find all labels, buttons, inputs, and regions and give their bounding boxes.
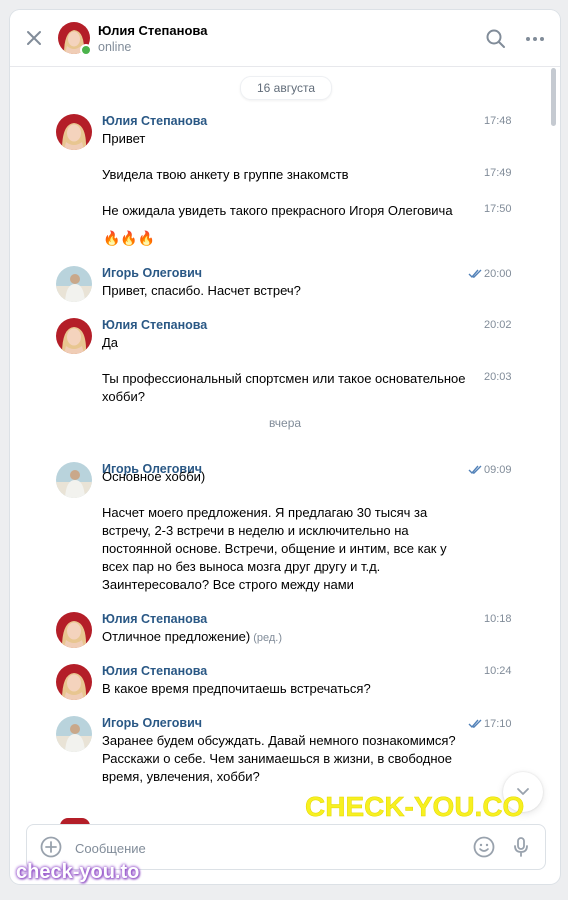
message-input[interactable] xyxy=(73,837,457,859)
message-text: Не ожидала увидеть такого прекрасного Иг… xyxy=(102,203,453,218)
read-check-icon xyxy=(468,719,482,729)
chat-header: Юлия Степанова online xyxy=(10,10,560,67)
message-time: 20:02 xyxy=(484,319,512,331)
date-separator: 16 августа xyxy=(240,76,332,100)
message-time: 09:09 xyxy=(484,464,512,476)
edited-label: (ред.) xyxy=(253,632,282,644)
message-text: Да xyxy=(102,335,119,350)
date-separator: вчера xyxy=(268,416,302,430)
message-time: 10:24 xyxy=(484,665,512,677)
online-indicator xyxy=(80,44,92,56)
message-time: 17:49 xyxy=(484,167,512,179)
message-text: Привет, спасибо. Насчет встреч? xyxy=(102,283,301,298)
message-text: Насчет моего предложения. Я предлагаю 30… xyxy=(102,505,447,592)
message-sender[interactable]: Юлия Степанова xyxy=(102,114,207,128)
message-sender[interactable]: Игорь Олегович xyxy=(102,266,202,280)
avatar-igor[interactable] xyxy=(56,266,92,302)
message-sender[interactable]: Юлия Степанова xyxy=(102,612,207,626)
message-time: 17:10 xyxy=(484,718,512,730)
contact-name[interactable]: Юлия Степанова xyxy=(98,23,207,38)
message-time: 20:00 xyxy=(484,268,512,280)
read-check-icon xyxy=(468,269,482,279)
message-sender[interactable]: Юлия Степанова xyxy=(102,664,207,678)
smile-icon[interactable] xyxy=(472,835,496,859)
message-time: 17:50 xyxy=(484,203,512,215)
message-text: В какое время предпочитаешь встречаться? xyxy=(102,681,371,696)
message-text: Увидела твою анкету в группе знакомств xyxy=(102,167,349,182)
message-time: 10:18 xyxy=(484,613,512,625)
avatar-yulia[interactable] xyxy=(56,612,92,648)
message-sender[interactable]: Игорь Олегович xyxy=(102,716,202,730)
message-text: Заранее будем обсуждать. Давай немного п… xyxy=(102,733,456,784)
watermark-small: check-you.to xyxy=(16,861,140,883)
contact-status: online xyxy=(98,40,132,54)
message-time: 20:03 xyxy=(484,371,512,383)
close-icon[interactable] xyxy=(24,28,44,48)
message-text: Основное хобби) xyxy=(102,469,206,484)
message-body: Отличное предложение) xyxy=(102,629,251,644)
attach-icon[interactable] xyxy=(39,835,63,859)
message-text: Привет xyxy=(102,131,146,146)
watermark-large: CHECK-YOU.CO xyxy=(305,791,525,823)
avatar-yulia[interactable] xyxy=(56,114,92,150)
chat-window: Юлия Степанова online 16 августа Юлия Ст… xyxy=(10,10,560,884)
avatar-yulia[interactable] xyxy=(56,318,92,354)
microphone-icon[interactable] xyxy=(509,835,533,859)
search-icon[interactable] xyxy=(485,28,507,50)
fire-emoji: 🔥🔥🔥 xyxy=(103,230,156,246)
message-time: 17:48 xyxy=(484,115,512,127)
scrollbar-thumb[interactable] xyxy=(551,68,556,126)
more-icon[interactable] xyxy=(524,28,546,50)
message-text: Ты профессиональный спортсмен или такое … xyxy=(102,371,466,404)
avatar-igor[interactable] xyxy=(56,716,92,752)
message-text: Отличное предложение) (ред.) xyxy=(102,628,474,647)
avatar-yulia[interactable] xyxy=(56,664,92,700)
avatar-igor[interactable] xyxy=(56,462,92,498)
message-sender[interactable]: Юлия Степанова xyxy=(102,318,207,332)
